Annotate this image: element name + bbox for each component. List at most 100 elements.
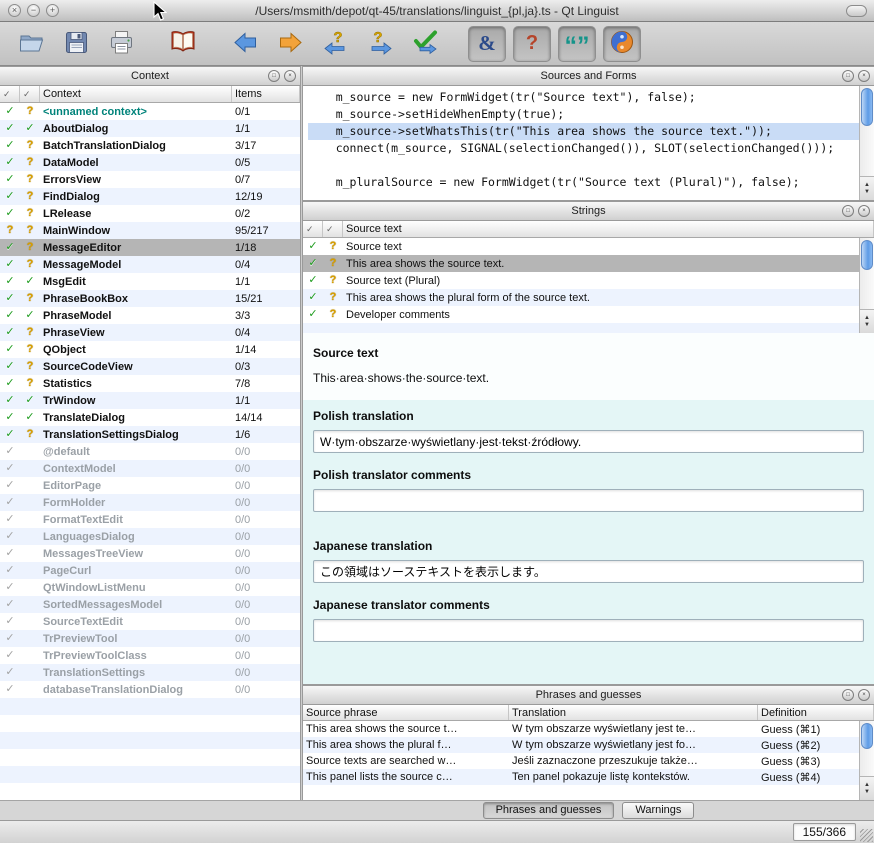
scroll-up-icon[interactable]: ▲	[864, 182, 870, 188]
context-row[interactable]: ✓databaseTranslationDialog0/0	[0, 681, 300, 698]
translation-column-header[interactable]: Translation	[509, 705, 758, 720]
japanese-status-column-header[interactable]: ✓	[20, 86, 40, 102]
context-row[interactable]: ✓?BatchTranslationDialog3/17	[0, 137, 300, 154]
context-row[interactable]: ✓?FindDialog12/19	[0, 188, 300, 205]
japanese-comments-input[interactable]	[313, 619, 864, 642]
context-row[interactable]: ✓?ErrorsView0/7	[0, 171, 300, 188]
float-dock-icon[interactable]: □	[842, 205, 854, 217]
close-window-button[interactable]: ×	[8, 4, 21, 17]
definition-column-header[interactable]: Definition	[758, 705, 874, 720]
scrollbar-thumb[interactable]	[861, 88, 873, 126]
context-row[interactable]: ✓@default0/0	[0, 443, 300, 460]
string-row[interactable]: ✓?Source text (Plural)	[303, 272, 874, 289]
print-button[interactable]	[102, 26, 140, 62]
sources-vertical-scrollbar[interactable]: ▲▼	[859, 86, 874, 200]
scroll-down-icon[interactable]: ▼	[864, 189, 870, 195]
save-button[interactable]	[57, 26, 95, 62]
resize-grip-icon[interactable]	[860, 829, 873, 842]
context-row[interactable]: ✓?SourceCodeView0/3	[0, 358, 300, 375]
phrase-row[interactable]: This area shows the source t…W tym obsza…	[303, 721, 874, 737]
place-markers-button[interactable]	[603, 26, 641, 62]
string-row[interactable]: ✓?Source text	[303, 238, 874, 255]
phrasebook-button[interactable]	[164, 26, 202, 62]
items-column-header[interactable]: Items	[232, 86, 300, 102]
polish-status-column-header[interactable]: ✓	[0, 86, 20, 102]
japanese-status-column-header[interactable]: ✓	[323, 221, 343, 237]
scrollbar-arrows[interactable]: ▲▼	[860, 309, 874, 333]
phrase-row[interactable]: This panel lists the source c…Ten panel …	[303, 769, 874, 785]
context-row[interactable]: ✓MessagesTreeView0/0	[0, 545, 300, 562]
context-row[interactable]: ✓✓PhraseModel3/3	[0, 307, 300, 324]
float-dock-icon[interactable]: □	[842, 689, 854, 701]
tab-phrases-and-guesses[interactable]: Phrases and guesses	[483, 802, 615, 819]
forward-button[interactable]	[271, 26, 309, 62]
polish-status-column-header[interactable]: ✓	[303, 221, 323, 237]
close-dock-icon[interactable]: ×	[858, 70, 870, 82]
scroll-down-icon[interactable]: ▼	[864, 789, 870, 795]
context-row[interactable]: ✓TranslationSettings0/0	[0, 664, 300, 681]
context-row[interactable]: ✓?PhraseBookBox15/21	[0, 290, 300, 307]
scroll-up-icon[interactable]: ▲	[864, 782, 870, 788]
phrase-row[interactable]: Source texts are searched w…Jeśli zaznac…	[303, 753, 874, 769]
context-row[interactable]: ✓?QObject1/14	[0, 341, 300, 358]
context-row[interactable]: ✓?PhraseView0/4	[0, 324, 300, 341]
scrollbar-arrows[interactable]: ▲▼	[860, 176, 874, 200]
done-and-next-button[interactable]	[406, 26, 444, 62]
accelerators-button[interactable]: &	[468, 26, 506, 62]
japanese-translation-input[interactable]	[313, 560, 864, 583]
polish-translation-input[interactable]	[313, 430, 864, 453]
context-row[interactable]: ✓?MessageEditor1/18	[0, 239, 300, 256]
tab-warnings[interactable]: Warnings	[622, 802, 694, 819]
phrases-vertical-scrollbar[interactable]: ▲▼	[859, 721, 874, 800]
scrollbar-arrows[interactable]: ▲▼	[860, 776, 874, 800]
close-dock-icon[interactable]: ×	[284, 70, 296, 82]
context-row[interactable]: ✓FormatTextEdit0/0	[0, 511, 300, 528]
context-row[interactable]: ✓✓MsgEdit1/1	[0, 273, 300, 290]
float-dock-icon[interactable]: □	[268, 70, 280, 82]
float-dock-icon[interactable]: □	[842, 70, 854, 82]
context-row[interactable]: ✓✓AboutDialog1/1	[0, 120, 300, 137]
string-row[interactable]: ✓?Developer comments	[303, 306, 874, 323]
context-row[interactable]: ✓✓TrWindow1/1	[0, 392, 300, 409]
back-button[interactable]	[226, 26, 264, 62]
source-code-view[interactable]: m_source = new FormWidget(tr("Source tex…	[303, 86, 859, 200]
ending-punctuation-button[interactable]: ?	[513, 26, 551, 62]
context-row[interactable]: ✓EditorPage0/0	[0, 477, 300, 494]
scrollbar-thumb[interactable]	[861, 723, 873, 749]
zoom-window-button[interactable]: +	[46, 4, 59, 17]
context-row[interactable]: ✓?LRelease0/2	[0, 205, 300, 222]
string-row[interactable]: ✓?This area shows the source text.	[303, 255, 874, 272]
context-row[interactable]: ✓SortedMessagesModel0/0	[0, 596, 300, 613]
scroll-up-icon[interactable]: ▲	[864, 315, 870, 321]
context-row[interactable]: ✓?<unnamed context>0/1	[0, 103, 300, 120]
open-button[interactable]	[12, 26, 50, 62]
toolbar-toggle-button[interactable]	[846, 5, 867, 17]
source-phrase-column-header[interactable]: Source phrase	[303, 705, 509, 720]
polish-comments-input[interactable]	[313, 489, 864, 512]
context-row[interactable]: ✓?Statistics7/8	[0, 375, 300, 392]
next-unfinished-button[interactable]: ?	[361, 26, 399, 62]
close-dock-icon[interactable]: ×	[858, 689, 870, 701]
context-row[interactable]: ✓?TranslationSettingsDialog1/6	[0, 426, 300, 443]
scrollbar-thumb[interactable]	[861, 240, 873, 270]
context-row[interactable]: ✓SourceTextEdit0/0	[0, 613, 300, 630]
strings-vertical-scrollbar[interactable]: ▲▼	[859, 238, 874, 333]
close-dock-icon[interactable]: ×	[858, 205, 870, 217]
scroll-down-icon[interactable]: ▼	[864, 322, 870, 328]
minimize-window-button[interactable]: −	[27, 4, 40, 17]
context-row[interactable]: ✓TrPreviewTool0/0	[0, 630, 300, 647]
context-row[interactable]: ✓FormHolder0/0	[0, 494, 300, 511]
context-column-header[interactable]: Context	[40, 86, 232, 102]
context-row[interactable]: ??MainWindow95/217	[0, 222, 300, 239]
phrase-row[interactable]: This area shows the plural f…W tym obsza…	[303, 737, 874, 753]
context-row[interactable]: ✓ContextModel0/0	[0, 460, 300, 477]
context-row[interactable]: ✓LanguagesDialog0/0	[0, 528, 300, 545]
prev-unfinished-button[interactable]: ?	[316, 26, 354, 62]
string-row[interactable]: ✓?This area shows the plural form of the…	[303, 289, 874, 306]
context-row[interactable]: ✓QtWindowListMenu0/0	[0, 579, 300, 596]
context-row[interactable]: ✓TrPreviewToolClass0/0	[0, 647, 300, 664]
context-row[interactable]: ✓?MessageModel0/4	[0, 256, 300, 273]
source-text-column-header[interactable]: Source text	[343, 221, 874, 237]
context-row[interactable]: ✓PageCurl0/0	[0, 562, 300, 579]
context-row[interactable]: ✓?DataModel0/5	[0, 154, 300, 171]
